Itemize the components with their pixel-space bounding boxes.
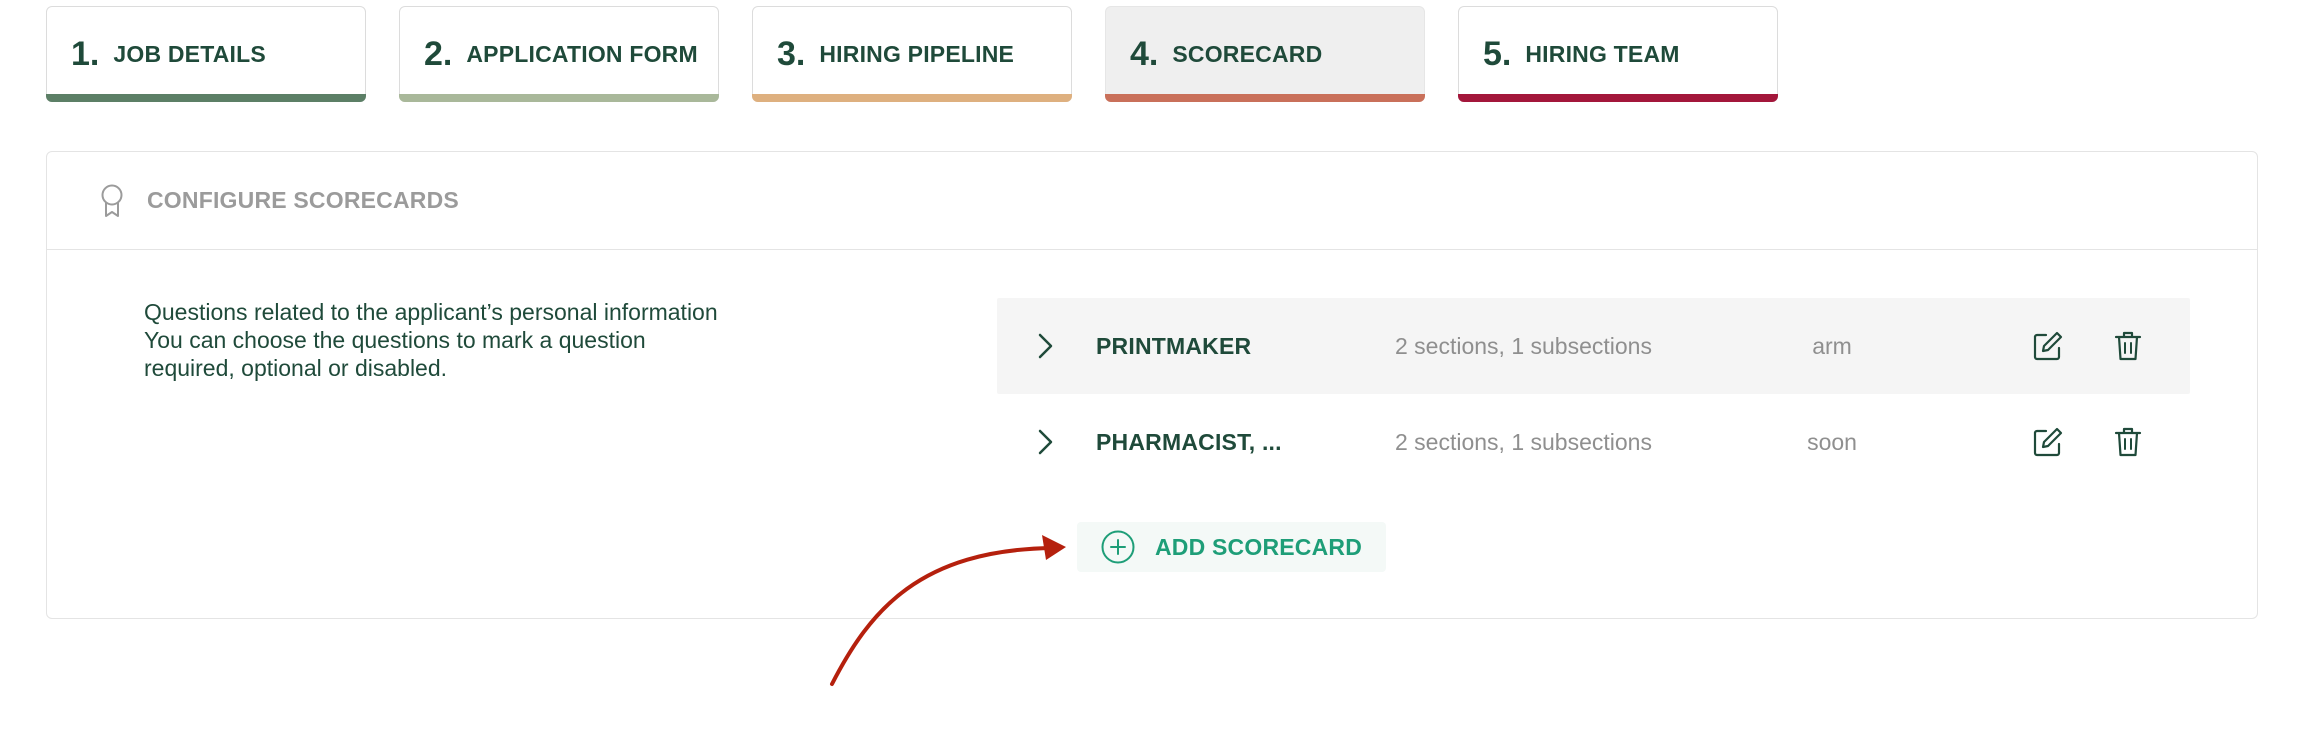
step-progress-bar [46, 94, 366, 102]
step-progress-bar [752, 94, 1072, 102]
step-label: APPLICATION FORM [466, 40, 698, 67]
add-scorecard-label: ADD SCORECARD [1155, 533, 1363, 560]
step-label: SCORECARD [1172, 40, 1323, 67]
edit-icon[interactable] [2032, 426, 2064, 458]
step-number: 2. [424, 34, 453, 73]
step-label: HIRING PIPELINE [819, 40, 1015, 67]
card-title: CONFIGURE SCORECARDS [147, 187, 459, 213]
award-ribbon-icon [101, 184, 123, 217]
scorecard-list: PRINTMAKER 2 sections, 1 subsections arm… [997, 298, 2190, 490]
card-header: CONFIGURE SCORECARDS [47, 152, 2257, 250]
step-job-details[interactable]: 1. JOB DETAILS [46, 6, 366, 102]
annotation-arrow-icon [830, 535, 1066, 686]
plus-circle-icon [1101, 530, 1135, 564]
trash-icon[interactable] [2114, 426, 2142, 458]
chevron-right-icon[interactable] [1033, 331, 1057, 361]
step-tabs: 1. JOB DETAILS 2. APPLICATION FORM 3. HI… [46, 6, 1778, 102]
step-application-form[interactable]: 2. APPLICATION FORM [399, 6, 719, 102]
chevron-right-icon[interactable] [1033, 427, 1057, 457]
step-number: 3. [777, 34, 806, 73]
step-number: 1. [71, 34, 100, 73]
scorecard-row[interactable]: PHARMACIST, ... 2 sections, 1 subsection… [997, 394, 2190, 490]
scorecard-sections: 2 sections, 1 subsections [1395, 332, 1652, 359]
step-progress-bar [1458, 94, 1778, 102]
step-hiring-pipeline[interactable]: 3. HIRING PIPELINE [752, 6, 1072, 102]
scorecard-owner: arm [1812, 332, 1852, 359]
step-scorecard[interactable]: 4. SCORECARD [1105, 6, 1425, 102]
step-progress-bar [1105, 94, 1425, 102]
edit-icon[interactable] [2032, 330, 2064, 362]
section-description: Questions related to the applicant’s per… [144, 299, 718, 381]
scorecard-owner: soon [1807, 428, 1857, 455]
step-label: HIRING TEAM [1525, 40, 1680, 67]
scorecard-row[interactable]: PRINTMAKER 2 sections, 1 subsections arm [997, 298, 2190, 394]
scorecard-name: PHARMACIST, ... [1096, 428, 1282, 455]
step-label: JOB DETAILS [113, 40, 266, 67]
scorecard-name: PRINTMAKER [1096, 332, 1252, 359]
add-scorecard-button[interactable]: ADD SCORECARD [1077, 522, 1387, 572]
scorecard-sections: 2 sections, 1 subsections [1395, 428, 1652, 455]
configure-scorecards-card: CONFIGURE SCORECARDS Questions related t… [46, 151, 2258, 619]
step-number: 4. [1130, 34, 1159, 73]
step-hiring-team[interactable]: 5. HIRING TEAM [1458, 6, 1778, 102]
step-progress-bar [399, 94, 719, 102]
trash-icon[interactable] [2114, 330, 2142, 362]
step-number: 5. [1483, 34, 1512, 73]
